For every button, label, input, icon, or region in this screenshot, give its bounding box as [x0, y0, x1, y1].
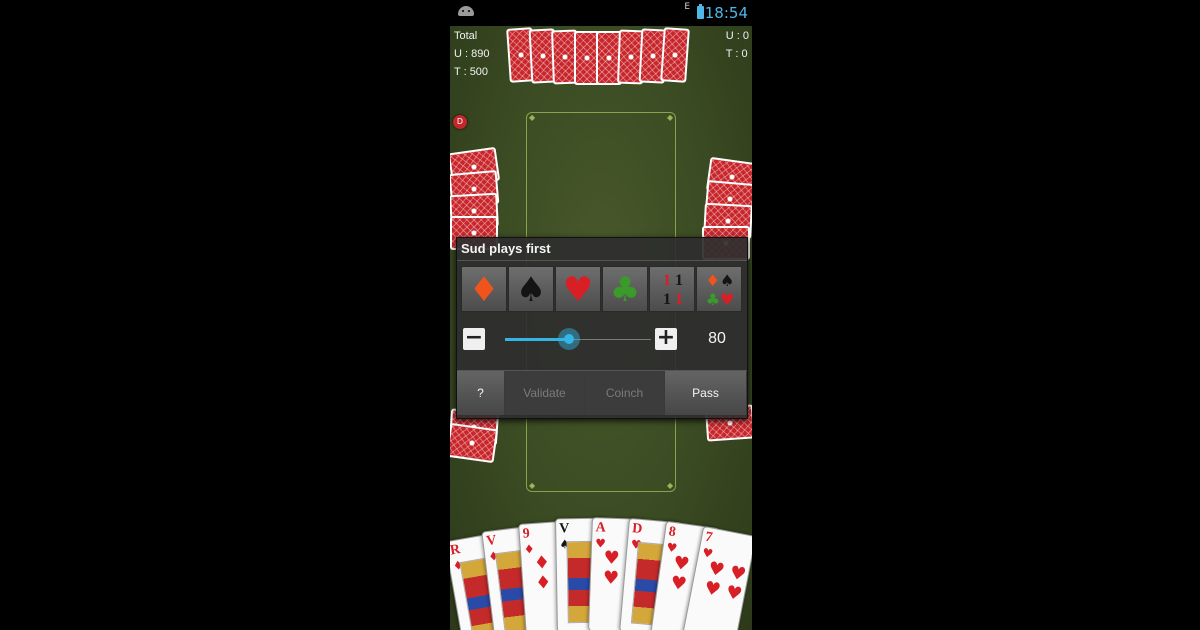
card-back	[450, 422, 499, 464]
corner-mark-icon: ◆	[529, 113, 536, 122]
trump-clubs-button[interactable]: ♣	[602, 266, 648, 312]
score-them: T : 500	[454, 66, 489, 78]
corner-mark-icon: ◆	[667, 113, 674, 122]
diamond-icon: ♦	[468, 270, 500, 310]
trump-spades-button[interactable]: ♠	[508, 266, 554, 312]
status-bar: E 18:54	[450, 0, 752, 26]
score-title: Total	[454, 30, 478, 42]
help-button[interactable]: ?	[457, 371, 505, 415]
bid-value: 80	[708, 330, 726, 347]
corner-mark-icon: ◆	[667, 481, 674, 490]
validate-button[interactable]: Validate	[505, 371, 585, 415]
action-bar: ? Validate Coinch Pass	[457, 370, 747, 417]
card-rank: A	[595, 520, 607, 536]
dialog-title: Sud plays first	[457, 238, 747, 261]
coinch-button[interactable]: Coinch	[585, 371, 665, 415]
no-trump-button[interactable]: 1 11 1	[649, 266, 695, 312]
trump-selector: ♦ ♠ ♥ ♣ 1 11 1 ♦♠ ♣♥	[461, 266, 745, 314]
card-rank: R	[450, 542, 462, 559]
bidding-dialog: Sud plays first ♦ ♠ ♥ ♣ 1 11 1 ♦♠ ♣♥ − +…	[456, 237, 748, 419]
card-pips: ♥ ♥ ♥ ♥	[702, 557, 748, 606]
round-score-them: T : 0	[725, 48, 748, 60]
spade-icon: ♠	[515, 270, 547, 310]
card-rank: 9	[522, 526, 531, 542]
corner-mark-icon: ◆	[529, 481, 536, 490]
all-trump-button[interactable]: ♦♠ ♣♥	[696, 266, 742, 312]
trump-diamonds-button[interactable]: ♦	[461, 266, 507, 312]
game-screen: E 18:54 Total U : 890 T : 500 U : 0 T : …	[450, 0, 752, 630]
card-rank: 7	[703, 529, 714, 546]
decrease-bid-button[interactable]: −	[463, 327, 485, 350]
pass-button[interactable]: Pass	[665, 371, 747, 415]
bid-slider[interactable]	[505, 328, 651, 350]
card-rank: D	[631, 521, 643, 538]
trump-hearts-button[interactable]: ♥	[555, 266, 601, 312]
bid-slider-row: − + 80	[457, 322, 747, 364]
round-score-us: U : 0	[725, 30, 749, 42]
increase-bid-button[interactable]: +	[655, 327, 677, 350]
battery-icon	[697, 4, 704, 19]
card-rank: V	[559, 521, 570, 537]
dealer-badge: D	[453, 115, 467, 129]
no-trump-icon: 1 11 1	[663, 272, 683, 308]
card-rank: V	[485, 532, 498, 550]
android-icon	[458, 6, 474, 16]
score-us: U : 890	[454, 48, 490, 60]
all-trump-icon: ♦♠ ♣♥	[705, 271, 735, 309]
heart-icon: ♥	[562, 270, 594, 310]
score-panel-left: Total U : 890 T : 500	[454, 27, 489, 81]
network-indicator: E	[684, 2, 690, 12]
club-icon: ♣	[609, 270, 641, 310]
score-panel-right: U : 0 T : 0	[726, 27, 749, 63]
card-rank: 8	[667, 524, 677, 541]
status-time: 18:54	[704, 4, 748, 22]
card-back	[660, 27, 690, 83]
bid-slider-thumb[interactable]	[558, 328, 580, 350]
